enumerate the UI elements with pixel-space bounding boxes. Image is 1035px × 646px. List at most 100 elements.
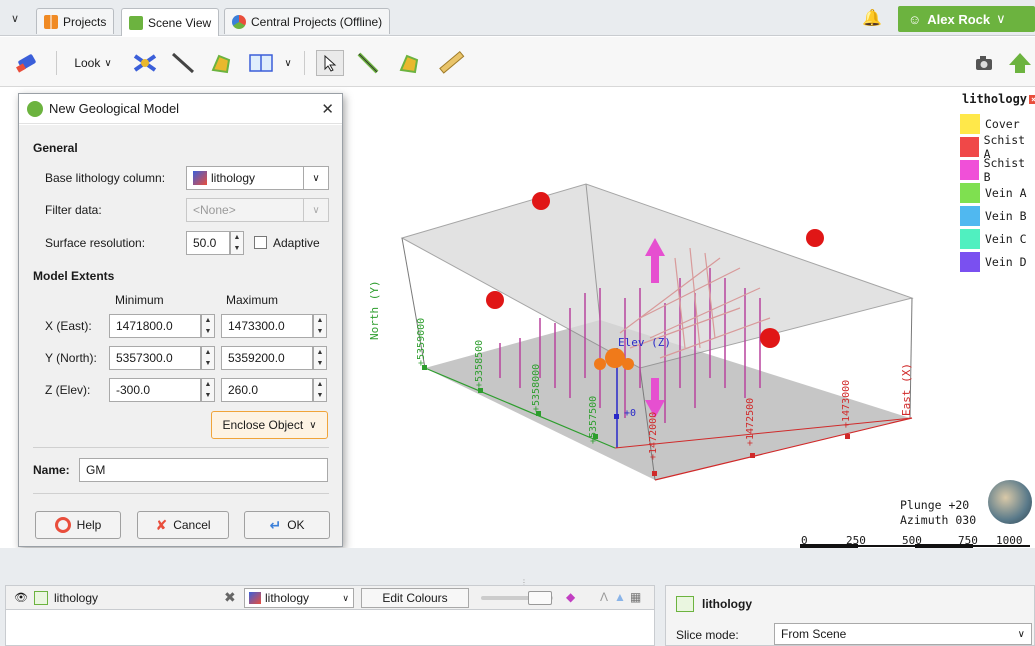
divider [33,447,329,448]
magenta-shape-icon[interactable]: ◆ [566,590,575,604]
spin-stepper[interactable]: ▲ ▼ [201,346,215,370]
y-max-input[interactable]: 5359200.0 [221,346,313,370]
ok-label: OK [287,518,305,532]
legend-swatch [960,160,979,180]
legend-swatch [960,229,980,249]
layer-icon [676,596,694,612]
tab-scene-view[interactable]: Scene View [121,8,220,36]
remove-x-icon[interactable]: ✖ [224,589,236,606]
edit-colours-label: Edit Colours [382,591,448,605]
tab-central-projects[interactable]: Central Projects (Offline) [224,8,391,34]
look-menu-button[interactable]: Look ∨ [68,50,118,76]
legend-close-icon[interactable]: × [1029,94,1035,104]
legend-item: Schist B [960,156,1035,184]
layer-icon [34,591,48,605]
spin-stepper[interactable]: ▲ ▼ [313,378,327,402]
z-max-input[interactable]: 260.0 [221,378,313,402]
spin-stepper[interactable]: ▲ ▼ [230,231,244,255]
z-min-input[interactable]: -300.0 [109,378,201,402]
cancel-x-icon: ✘ [155,516,168,533]
slice-mode-label: Slice mode: [676,628,739,642]
help-lifebuoy-icon [54,517,71,533]
y-min-input[interactable]: 5357300.0 [109,346,201,370]
red-arrow-marker[interactable] [806,229,824,247]
ruler-pencil-icon[interactable] [168,50,198,76]
eraser-tool-icon[interactable] [14,50,42,76]
red-arrow-marker[interactable] [532,192,550,210]
user-menu-button[interactable]: ☺ Alex Rock ∨ [898,6,1035,32]
render-icon[interactable]: ▲ [614,590,626,604]
legend-item: Vein D [960,251,1027,273]
enclose-object-button[interactable]: Enclose Object ∨ [211,411,328,439]
maximum-header: Maximum [226,293,279,307]
bell-icon[interactable]: 🔔 [862,8,882,28]
scale-tick: 250 [846,534,866,547]
move-tool-icon[interactable] [130,50,160,76]
new-geological-model-dialog: New Geological Model ✕ General Base lith… [18,93,343,547]
tab-projects[interactable]: Projects [36,8,115,34]
share-upload-icon[interactable] [1006,50,1034,76]
y-min-value: 5357300.0 [116,351,173,365]
enclose-object-label: Enclose Object [222,418,304,432]
name-input[interactable]: GM [79,458,328,482]
return-arrow-icon: ↵ [269,516,282,533]
north-tick-label: +5357500 [588,395,599,444]
z-min-value: -300.0 [116,383,151,397]
draw-line-icon[interactable] [354,50,384,76]
tab-menu-chevron-icon[interactable]: ∨ [6,10,24,28]
select-pointer-icon[interactable] [316,50,344,76]
filter-data-select: <None> [186,198,304,222]
help-button[interactable]: Help [35,511,121,539]
spin-stepper[interactable]: ▲ ▼ [201,378,215,402]
bottom-panels: ⋮ 👁 lithology ✖ lithology ∨ Edit Colours… [0,548,1035,646]
edit-colours-button[interactable]: Edit Colours [361,588,469,608]
legend-swatch [960,114,980,134]
chevron-down-icon: ∨ [1017,628,1025,640]
chevron-down-icon[interactable]: ∨ [280,50,296,76]
scale-tick: 750 [958,534,978,547]
east-tick-label: +1472500 [745,397,756,446]
surface-resolution-label: Surface resolution: [45,236,146,250]
dialog-titlebar[interactable]: New Geological Model ✕ [19,94,342,124]
eye-visibility-icon[interactable]: 👁 [14,591,28,604]
geomodel-icon [27,100,43,117]
spin-stepper[interactable]: ▲ ▼ [313,314,327,338]
slicer-panel-icon[interactable] [246,50,276,76]
x-max-input[interactable]: 1473300.0 [221,314,313,338]
view-globe-icon[interactable] [988,480,1032,524]
legend-swatch [960,183,980,203]
user-icon: ☺ [908,11,922,27]
cancel-button[interactable]: ✘ Cancel [137,511,229,539]
surface-resolution-input[interactable]: 50.0 [186,231,230,255]
adaptive-label: Adaptive [273,236,320,250]
base-lithology-select[interactable]: lithology [186,166,304,190]
scale-tick: 1000 [996,534,1023,547]
ruler-icon[interactable] [436,50,466,76]
colour-by-select[interactable]: lithology ∨ [244,588,354,608]
lithology-column-icon [193,171,207,185]
tab-label: Scene View [148,15,212,30]
spin-stepper[interactable]: ▲ ▼ [201,314,215,338]
mesh-icon[interactable]: Λ [600,590,608,604]
table-icon[interactable]: ▦ [630,590,641,604]
red-arrow-marker[interactable] [760,328,780,348]
ok-button[interactable]: ↵ OK [244,511,330,539]
close-icon[interactable]: ✕ [321,100,334,118]
red-arrow-marker[interactable] [486,291,504,309]
opacity-slider-thumb[interactable] [528,591,552,605]
spin-stepper[interactable]: ▲ ▼ [313,346,327,370]
x-min-input[interactable]: 1471800.0 [109,314,201,338]
layer-row[interactable]: 👁 lithology ✖ lithology ∨ Edit Colours ◆… [5,585,655,610]
chevron-down-icon[interactable]: ∨ [303,166,329,190]
adaptive-checkbox[interactable] [254,236,267,249]
orange-handle[interactable] [605,348,625,368]
user-name: Alex Rock [927,11,991,27]
slice-mode-value: From Scene [781,627,847,641]
draw-polygon-icon[interactable] [394,50,424,76]
camera-icon[interactable] [972,50,996,76]
grid-icon [44,14,58,29]
slice-mode-select[interactable]: From Scene ∨ [774,623,1032,645]
legend-swatch [960,137,979,157]
tab-label: Projects [63,14,107,29]
polyline-tool-icon[interactable] [206,50,236,76]
